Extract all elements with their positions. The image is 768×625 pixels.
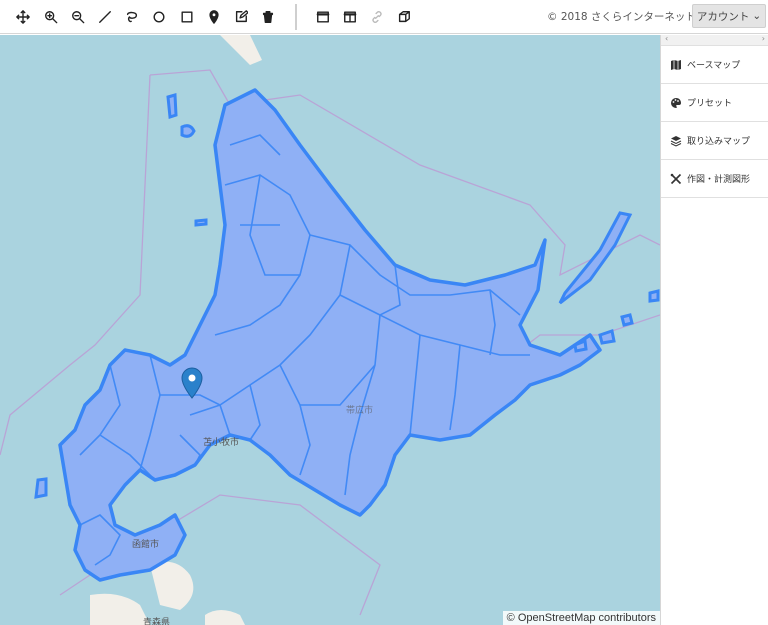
toolbar-divider <box>295 4 297 30</box>
map-label-obihiro: 帯広市 <box>346 406 374 416</box>
line-icon[interactable] <box>94 6 116 28</box>
map-canvas <box>0 35 660 625</box>
panel-item-label: プリセット <box>687 99 733 109</box>
copyright-text: © 2018 さくらインターネット <box>547 11 696 23</box>
account-button[interactable]: アカウント ⌄ <box>692 4 766 28</box>
map-label-hakodate: 函館市 <box>132 540 160 550</box>
marker-icon[interactable] <box>203 6 225 28</box>
edit-icon[interactable] <box>230 6 252 28</box>
panel-item-drawing[interactable]: 作図・計測図形 <box>661 160 768 198</box>
layers-icon <box>670 135 682 147</box>
panel-item-label: 取り込みマップ <box>687 137 751 147</box>
panel-item-label: 作図・計測図形 <box>687 175 751 185</box>
split-view-icon[interactable] <box>339 6 361 28</box>
palette-icon <box>670 97 682 109</box>
rectangle-icon[interactable] <box>176 6 198 28</box>
panel-item-preset[interactable]: プリセット <box>661 84 768 122</box>
tools-icon <box>670 173 682 185</box>
account-label: アカウント <box>696 10 750 23</box>
window-icon[interactable] <box>312 6 334 28</box>
panel-header: ‹ › <box>661 34 768 46</box>
move-icon[interactable] <box>12 6 34 28</box>
side-panel: ‹ › ベースマップ プリセット 取り込みマップ 作図・計測図形 <box>660 34 768 625</box>
collapse-left-icon[interactable]: ‹ <box>665 34 668 43</box>
panel-item-imported-map[interactable]: 取り込みマップ <box>661 122 768 160</box>
chevron-down-icon: ⌄ <box>752 10 762 22</box>
trash-icon[interactable] <box>257 6 279 28</box>
panel-item-basemap[interactable]: ベースマップ <box>661 46 768 84</box>
map-attribution[interactable]: © OpenStreetMap contributors <box>502 611 660 625</box>
link-icon[interactable] <box>366 6 388 28</box>
circle-icon[interactable] <box>148 6 170 28</box>
3d-box-icon[interactable] <box>393 6 415 28</box>
map-icon <box>670 59 682 71</box>
map-view[interactable]: 苫小牧市 函館市 青森県 帯広市 © OpenStreetMap contrib… <box>0 35 660 625</box>
zoom-in-icon[interactable] <box>40 6 62 28</box>
zoom-out-icon[interactable] <box>67 6 89 28</box>
lasso-icon[interactable] <box>121 6 143 28</box>
map-label-aomori: 青森県 <box>143 618 171 625</box>
toolbar: © 2018 さくらインターネット アカウント ⌄ <box>0 0 768 34</box>
collapse-right-icon[interactable]: › <box>762 34 765 43</box>
map-label-tomakomai: 苫小牧市 <box>203 438 240 448</box>
panel-item-label: ベースマップ <box>687 61 741 71</box>
